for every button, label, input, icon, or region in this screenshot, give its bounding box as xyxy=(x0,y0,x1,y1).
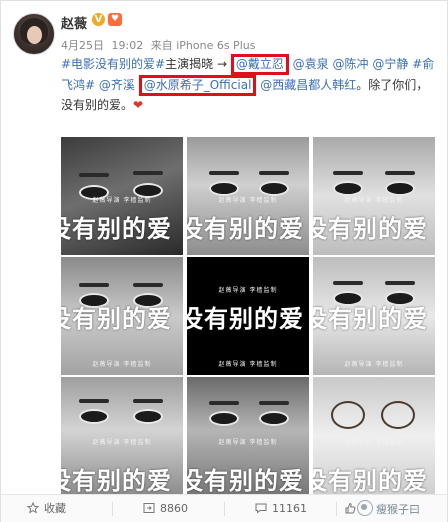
member-icon[interactable]: ♥ xyxy=(108,13,122,26)
watermark-text: 瘦猴子曰 xyxy=(376,503,420,516)
poster-brow xyxy=(259,401,289,405)
poster-credit: 赵薇导演 李樯监制 xyxy=(218,197,278,204)
favorite-icon xyxy=(27,502,39,514)
like-icon xyxy=(345,502,356,514)
poster-glasses xyxy=(331,401,365,429)
poster-credit: 赵薇导演 李樯监制 xyxy=(92,361,152,368)
post-source[interactable]: iPhone 6s Plus xyxy=(176,39,255,52)
poster-eye xyxy=(259,181,289,196)
poster-credit: 赵薇导演 李樯监制 xyxy=(344,197,404,204)
watermark: 瘦猴子曰 xyxy=(357,500,420,516)
poster-credit: 赵薇导演 李樯监制 xyxy=(344,439,404,446)
poster-eye xyxy=(209,181,239,196)
post-time[interactable]: 19:02 xyxy=(112,39,144,52)
post-meta: 4月25日 19:02 来自 iPhone 6s Plus xyxy=(61,37,259,53)
poster-brow xyxy=(79,173,109,177)
comment-count: 11161 xyxy=(272,502,307,515)
avatar-face xyxy=(27,26,42,44)
poster-brow xyxy=(133,283,163,287)
poster-brow xyxy=(385,171,415,175)
poster-brow xyxy=(79,399,109,403)
poster-title: 没有别的爱 xyxy=(313,304,428,333)
verified-icon[interactable]: V xyxy=(92,13,105,26)
divider xyxy=(112,502,113,516)
poster-eye xyxy=(133,409,163,424)
poster-image-1[interactable]: 赵薇导演 李樯监制 没有别的爱 xyxy=(61,137,183,255)
poster-eye xyxy=(385,181,415,196)
poster-brow xyxy=(333,171,363,175)
repost-button[interactable]: 8860 xyxy=(143,501,188,517)
repost-count: 8860 xyxy=(160,502,188,515)
poster-title: 没有别的爱 xyxy=(187,304,304,333)
favorite-button[interactable]: 收藏 xyxy=(27,501,66,517)
poster-brow xyxy=(209,171,239,175)
poster-brow xyxy=(209,401,239,405)
mention-2[interactable]: @袁泉 xyxy=(293,57,329,71)
favorite-label: 收藏 xyxy=(44,502,66,515)
heart-emoji: ❤ xyxy=(133,98,144,112)
poster-brow xyxy=(133,171,163,175)
comment-button[interactable]: 11161 xyxy=(255,501,307,517)
post-text: #电影没有别的爱#主演揭晓 → @戴立忍 @袁泉 @陈冲 @宁静 #俞飞鸿# @… xyxy=(61,54,439,115)
poster-eye xyxy=(79,409,109,424)
poster-credit: 赵薇导演 李樯监制 xyxy=(218,439,278,446)
poster-title: 没有别的爱 xyxy=(313,214,428,243)
poster-title: 没有别的爱 xyxy=(187,466,304,495)
poster-image-5[interactable]: 赵薇导演 李樯监制 没有别的爱 赵薇导演 李樯监制 xyxy=(187,257,309,375)
poster-credit: 赵薇导演 李樯监制 xyxy=(344,361,404,368)
poster-image-9[interactable]: 赵薇导演 李樯监制 没有别的爱 xyxy=(313,377,435,495)
poster-image-6[interactable]: 赵薇导演 李樯监制 没有别的爱 xyxy=(313,257,435,375)
poster-brow xyxy=(333,281,363,285)
post-lead: 主演揭晓 → xyxy=(165,57,227,71)
poster-eye xyxy=(259,411,289,426)
hashtag-movie[interactable]: #电影没有别的爱# xyxy=(61,57,165,71)
poster-brow xyxy=(79,283,109,287)
watermark-icon xyxy=(357,500,373,516)
poster-credit: 赵薇导演 李樯监制 xyxy=(218,361,278,368)
comment-icon xyxy=(255,503,267,514)
poster-image-8[interactable]: 赵薇导演 李樯监制 没有别的爱 xyxy=(187,377,309,495)
poster-brow xyxy=(259,171,289,175)
image-grid: 赵薇导演 李樯监制 没有别的爱 赵薇导演 李樯监制 没有别的爱 赵薇导演 李樯监… xyxy=(61,137,435,495)
poster-glasses xyxy=(381,401,415,429)
mention-5[interactable]: @齐溪 xyxy=(99,78,135,92)
mention-4[interactable]: @宁静 xyxy=(372,57,408,71)
poster-credit: 赵薇导演 李樯监制 xyxy=(92,439,152,446)
poster-image-7[interactable]: 赵薇导演 李樯监制 没有别的爱 xyxy=(61,377,183,495)
poster-title: 没有别的爱 xyxy=(61,466,172,495)
poster-title: 没有别的爱 xyxy=(61,214,172,243)
poster-brow xyxy=(133,399,163,403)
divider xyxy=(336,502,337,516)
poster-image-2[interactable]: 赵薇导演 李樯监制 没有别的爱 xyxy=(187,137,309,255)
mention-7[interactable]: @西藏昌都人韩红 xyxy=(260,78,356,92)
mention-highlighted-2[interactable]: @水原希子_Official xyxy=(138,75,257,96)
weibo-post-card: 赵薇 V ♥ 4月25日 19:02 来自 iPhone 6s Plus #电影… xyxy=(0,0,448,522)
source-prefix: 来自 xyxy=(150,39,173,52)
avatar[interactable] xyxy=(13,13,55,55)
poster-image-3[interactable]: 赵薇导演 李樯监制 没有别的爱 xyxy=(313,137,435,255)
poster-credit: 赵薇导演 李樯监制 xyxy=(218,287,278,294)
post-date[interactable]: 4月25日 xyxy=(61,39,104,52)
repost-icon xyxy=(143,503,155,513)
divider xyxy=(224,502,225,516)
poster-credit: 赵薇导演 李樯监制 xyxy=(92,197,152,204)
mention-3[interactable]: @陈冲 xyxy=(333,57,369,71)
poster-title: 没有别的爱 xyxy=(61,304,172,333)
poster-eye xyxy=(333,181,363,196)
mention-highlighted-1[interactable]: @戴立忍 xyxy=(230,54,289,75)
poster-title: 没有别的爱 xyxy=(187,214,304,243)
poster-eye xyxy=(209,411,239,426)
poster-brow xyxy=(385,281,415,285)
poster-image-4[interactable]: 赵薇导演 李樯监制 没有别的爱 xyxy=(61,257,183,375)
poster-title: 没有别的爱 xyxy=(313,466,428,495)
post-action-bar: 收藏 8860 11161 瘦猴子曰 xyxy=(1,494,447,522)
username[interactable]: 赵薇 xyxy=(61,13,87,32)
